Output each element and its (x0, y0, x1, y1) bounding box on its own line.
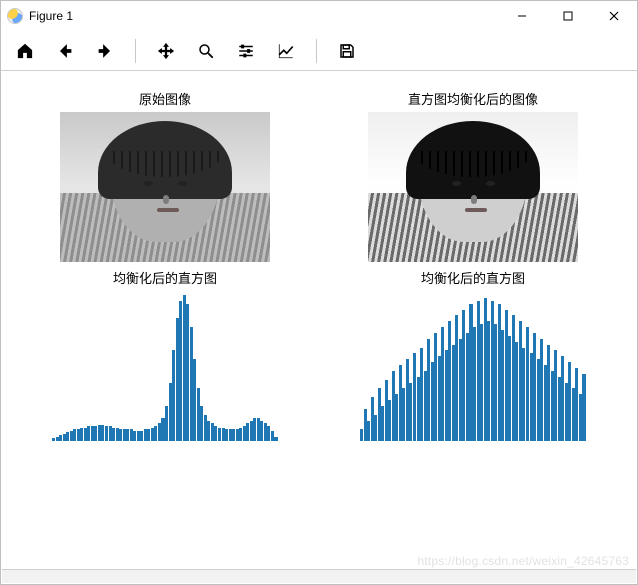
back-button[interactable] (47, 35, 83, 67)
home-button[interactable] (7, 35, 43, 67)
subplot-bottom-left: 均衡化后的直方图 (50, 268, 280, 441)
equalized-image (368, 112, 578, 262)
maximize-icon (563, 11, 573, 21)
window-title: Figure 1 (29, 9, 73, 23)
zoom-icon (197, 42, 215, 60)
subplot-title: 原始图像 (60, 89, 270, 108)
watermark: https://blog.csdn.net/weixin_42645763 (417, 554, 629, 568)
zoom-button[interactable] (188, 35, 224, 67)
subplot-title: 均衡化后的直方图 (50, 268, 280, 287)
mpl-toolbar (1, 31, 637, 71)
original-image (60, 112, 270, 262)
move-icon (157, 42, 175, 60)
toolbar-separator (135, 39, 136, 63)
histogram-left (50, 291, 280, 441)
toolbar-separator (316, 39, 317, 63)
subplot-title: 直方图均衡化后的图像 (368, 89, 578, 108)
pan-button[interactable] (148, 35, 184, 67)
forward-button[interactable] (87, 35, 123, 67)
close-icon (609, 11, 619, 21)
save-icon (338, 42, 356, 60)
sliders-icon (237, 42, 255, 60)
save-button[interactable] (329, 35, 365, 67)
histogram-bar (274, 437, 277, 441)
edit-button[interactable] (268, 35, 304, 67)
subplot-title: 均衡化后的直方图 (358, 268, 588, 287)
minimize-button[interactable] (499, 1, 545, 31)
arrow-right-icon (96, 42, 114, 60)
subplot-top-right: 直方图均衡化后的图像 (368, 89, 578, 262)
histogram-bar (582, 374, 585, 441)
home-icon (16, 42, 34, 60)
arrow-left-icon (56, 42, 74, 60)
statusbar (2, 569, 636, 583)
histogram-right (358, 291, 588, 441)
chart-line-icon (277, 42, 295, 60)
configure-button[interactable] (228, 35, 264, 67)
close-button[interactable] (591, 1, 637, 31)
app-icon (7, 8, 23, 24)
subplot-top-left: 原始图像 (60, 89, 270, 262)
subplot-bottom-right: 均衡化后的直方图 (358, 268, 588, 441)
titlebar: Figure 1 (1, 1, 637, 31)
minimize-icon (517, 11, 527, 21)
maximize-button[interactable] (545, 1, 591, 31)
figure-canvas[interactable]: 原始图像 直方图均衡化后的图像 均衡化后的直方图 均衡化后的直方图 (1, 71, 637, 451)
